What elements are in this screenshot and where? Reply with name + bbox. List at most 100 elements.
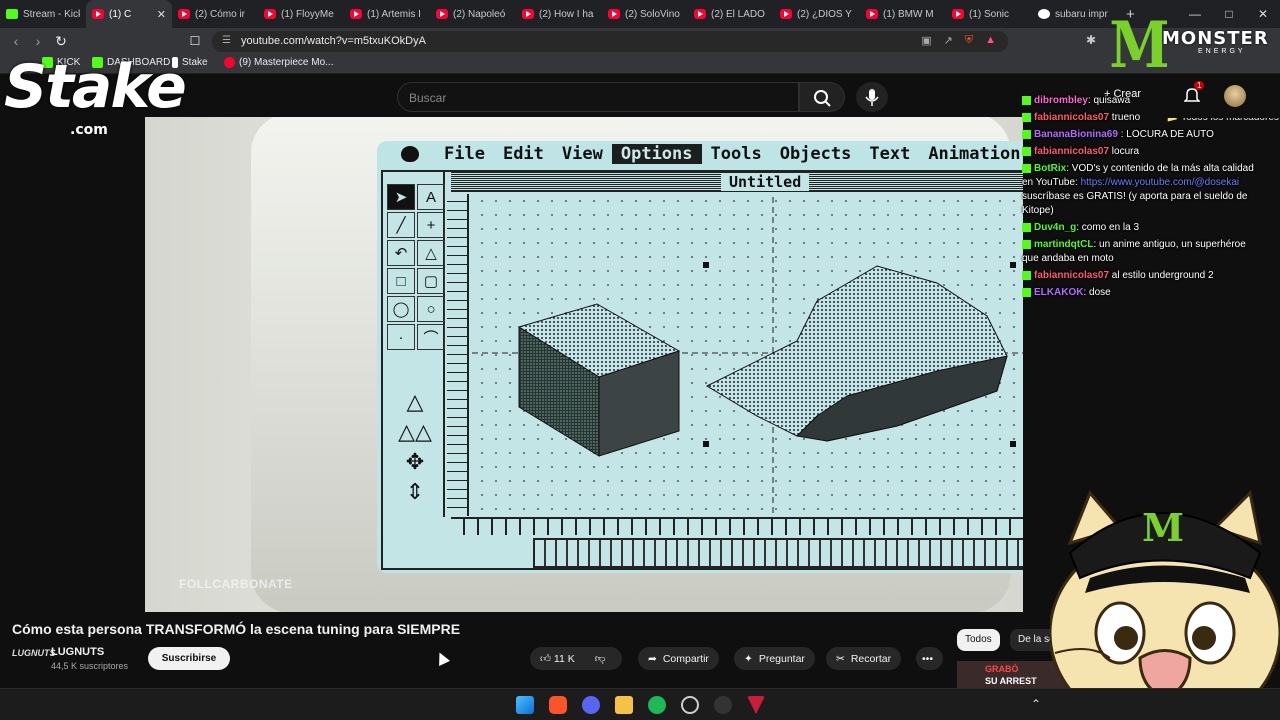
notification-badge: 1	[1194, 81, 1205, 90]
video-title: Cómo esta persona TRANSFORMÓ la escena t…	[12, 621, 461, 637]
obs-icon[interactable]	[714, 696, 732, 714]
chat-message: ELKAKOK: dose	[1022, 286, 1260, 300]
browser-tab-strip: Stream - Kick (1) C ✕ (2) Cómo ir (1) Flo…	[0, 0, 1280, 28]
youtube-icon	[224, 57, 235, 68]
cat-mascot-with-monster-cap: M	[1050, 489, 1280, 720]
browser-tab[interactable]: (1) FloyyMe	[258, 0, 344, 28]
mac-screen: File Edit View Options Tools Objects Tex…	[377, 141, 1023, 573]
browser-tab[interactable]: Stream - Kick	[0, 0, 86, 28]
share-icon[interactable]: ↗	[944, 34, 953, 47]
voice-search-button[interactable]	[856, 82, 888, 112]
browser-tab-active[interactable]: (1) C ✕	[86, 0, 172, 28]
chat-message: BotRix: VOD's y contenido de la más alta…	[1022, 163, 1254, 216]
kick-icon	[6, 9, 18, 19]
monster-claw-icon: M	[1109, 8, 1170, 83]
forward-icon[interactable]: ›	[28, 32, 48, 50]
sparkle-icon: ✦	[744, 652, 753, 665]
isometric-box	[517, 303, 681, 457]
file-explorer-icon[interactable]	[615, 696, 633, 714]
subscriber-count: 44,5 K suscriptores	[51, 661, 129, 671]
browser-tab[interactable]: (1) Artemis I	[344, 0, 430, 28]
subscribe-button[interactable]: Suscribirse	[148, 647, 230, 670]
filter-chip-all[interactable]: Todos	[957, 629, 1000, 651]
chat-message: fabiannicolas07 locura	[1022, 145, 1260, 159]
kick-badge-icon	[1022, 129, 1031, 139]
like-dislike-group: 👍︎ 11 K 👎︎	[530, 647, 622, 670]
youtube-icon	[780, 9, 792, 19]
extensions-icon[interactable]: ✱	[1086, 33, 1096, 47]
cap-claw-icon: M	[1142, 505, 1184, 550]
youtube-icon	[264, 9, 276, 19]
site-info-icon[interactable]: ☰	[222, 35, 231, 46]
video-watermark: FOLLCARBONATE	[179, 577, 293, 591]
youtube-icon	[952, 9, 964, 19]
monster-energy-text: ENERGY	[1198, 48, 1246, 55]
chat-link[interactable]: https://www.youtube.com/@dosekai	[1081, 177, 1240, 188]
spotify-icon[interactable]	[648, 696, 666, 714]
steam-icon[interactable]	[681, 696, 699, 714]
chat-message: dibrombley: quisawa	[1022, 94, 1260, 108]
clip-button[interactable]: ✂ Recortar	[826, 647, 902, 670]
browser-tab[interactable]: (2) Cómo ir	[172, 0, 258, 28]
browser-tab[interactable]: (2) ¿DIOS Y	[774, 0, 860, 28]
more-icon: •••	[922, 652, 934, 665]
app-icon[interactable]	[747, 696, 765, 714]
cast-icon[interactable]: ▣	[921, 34, 931, 47]
kick-badge-icon	[1022, 95, 1031, 105]
chevron-up-icon[interactable]: ⌃	[1031, 697, 1041, 711]
youtube-icon	[608, 9, 620, 19]
chat-message: BananaBionina69 : LOCURA DE AUTO	[1022, 128, 1260, 142]
video-player[interactable]: File Edit View Options Tools Objects Tex…	[145, 117, 1023, 612]
browser-tab[interactable]: (1) BMW M	[860, 0, 946, 28]
windows-start-icon[interactable]	[516, 696, 534, 714]
kick-badge-icon	[1022, 239, 1031, 249]
bookmark-item[interactable]: (9) Masterpiece Mo...	[224, 57, 333, 68]
stake-com: .com	[70, 122, 108, 138]
url-text[interactable]: youtube.com/watch?v=m5txuKOkDyA	[241, 35, 426, 47]
thumbs-up-icon: 👍︎	[540, 653, 551, 665]
back-icon[interactable]: ‹	[6, 32, 26, 50]
discord-icon[interactable]	[582, 696, 600, 714]
thumbs-down-icon: 👎︎	[594, 653, 606, 665]
bookmark-icon[interactable]: ☐	[185, 32, 205, 50]
browser-tab[interactable]: (2) How I ha	[516, 0, 602, 28]
stream-chat: dibrombley: quisawa fabiannicolas07 true…	[1022, 94, 1260, 334]
channel-name[interactable]: LUGNUTS	[51, 646, 104, 658]
browser-tab[interactable]: (2) El LADO	[688, 0, 774, 28]
share-arrow-icon: ➦	[648, 652, 657, 665]
address-bar[interactable]: ☰ youtube.com/watch?v=m5txuKOkDyA ▣ ↗ ⛨ …	[212, 31, 1008, 52]
youtube-icon	[522, 9, 534, 19]
channel-logo[interactable]: LUGNUTS	[12, 648, 56, 668]
dislike-button[interactable]: 👎︎	[595, 652, 606, 665]
like-button[interactable]: 👍︎ 11 K	[540, 652, 575, 665]
search-input[interactable]: Buscar	[397, 82, 799, 112]
google-icon	[1038, 9, 1050, 19]
monster-energy-logo: M MONSTER ENERGY	[1098, 14, 1280, 82]
stake-wordmark: Stake	[4, 52, 187, 122]
address-bar-actions: ▣ ↗ ⛨ ▲	[921, 34, 996, 47]
ask-button[interactable]: ✦ Preguntar	[734, 647, 815, 670]
more-actions-button[interactable]: •••	[916, 647, 943, 670]
brave-rewards-icon[interactable]: ▲	[985, 34, 996, 47]
selection-handle	[1010, 441, 1016, 447]
youtube-icon	[694, 9, 706, 19]
brave-browser-icon[interactable]	[549, 696, 567, 714]
browser-tab[interactable]: (1) Sonic	[946, 0, 1032, 28]
isometric-objects	[472, 197, 1023, 516]
search-button[interactable]	[799, 82, 845, 112]
scissors-icon: ✂	[836, 652, 845, 665]
kick-badge-icon	[1022, 287, 1031, 297]
browser-tab[interactable]: (2) Napoleó	[430, 0, 516, 28]
youtube-icon	[436, 9, 448, 19]
brave-shield-icon[interactable]: ⛨	[965, 34, 973, 47]
chat-message: martindqtCL: un anime antiguo, un superh…	[1022, 239, 1246, 264]
bookmarks-bar: KICK DASHBOARD Stake (9) Masterpiece Mo.…	[0, 54, 1280, 123]
browser-tab[interactable]: (2) SoloVino	[602, 0, 688, 28]
close-tab-icon[interactable]: ✕	[157, 8, 166, 21]
share-button[interactable]: ➦ Compartir	[638, 647, 719, 670]
youtube-icon	[178, 9, 190, 19]
reload-icon[interactable]: ↻	[51, 32, 71, 50]
browser-toolbar: ‹ › ↻ ☐ ☰ youtube.com/watch?v=m5txuKOkDy…	[0, 28, 1280, 54]
kick-badge-icon	[1022, 222, 1031, 232]
kick-badge-icon	[1022, 146, 1031, 156]
